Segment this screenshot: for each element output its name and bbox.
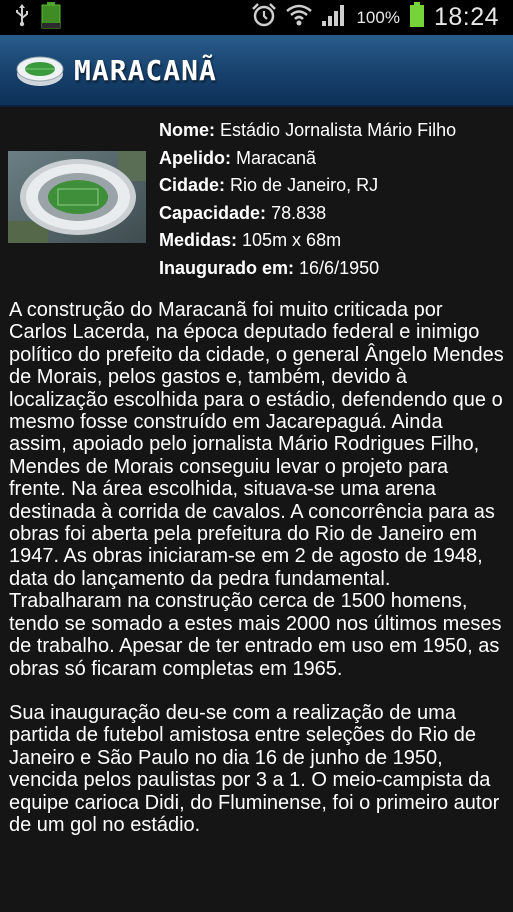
field-medidas: Medidas: 105m x 68m (159, 230, 342, 250)
status-bar: 100% 18:24 (0, 0, 513, 35)
field-inaugurado: Inaugurado em: 16/6/1950 (159, 257, 380, 278)
stadium-icon (15, 50, 65, 90)
info-fields: Nome: Estádio Jornalista Mário Filho Ape… (159, 117, 456, 282)
page-title: MARACANÃ (74, 53, 217, 87)
usb-icon (14, 3, 30, 32)
field-cidade: Cidade: Rio de Janeiro, RJ (159, 175, 379, 195)
app-header: MARACANÃ (0, 35, 513, 107)
stadium-description: A construção do Maracanã foi muito criti… (9, 299, 505, 858)
alarm-icon (251, 2, 277, 33)
field-apelido: Apelido: Maracanã (159, 147, 317, 168)
stadium-detail: Nome: Estádio Jornalista Mário Filho Ape… (0, 107, 513, 912)
signal-icon (321, 3, 347, 32)
stadium-info: Nome: Estádio Jornalista Mário Filho Ape… (0, 107, 513, 282)
battery-icon (409, 2, 425, 33)
stadium-photo (8, 151, 146, 243)
description-paragraph: Sua inauguração deu-se com a realização … (9, 701, 500, 836)
battery-small-icon (40, 1, 62, 34)
description-paragraph: A construção do Maracanã foi muito criti… (9, 299, 504, 680)
clock: 18:24 (433, 3, 499, 31)
wifi-icon (286, 3, 313, 32)
field-nome: Nome: Estádio Jornalista Mário Filho (159, 120, 457, 140)
field-capacidade: Capacidade: 78.838 (159, 202, 327, 223)
battery-percent: 100% (356, 7, 400, 27)
